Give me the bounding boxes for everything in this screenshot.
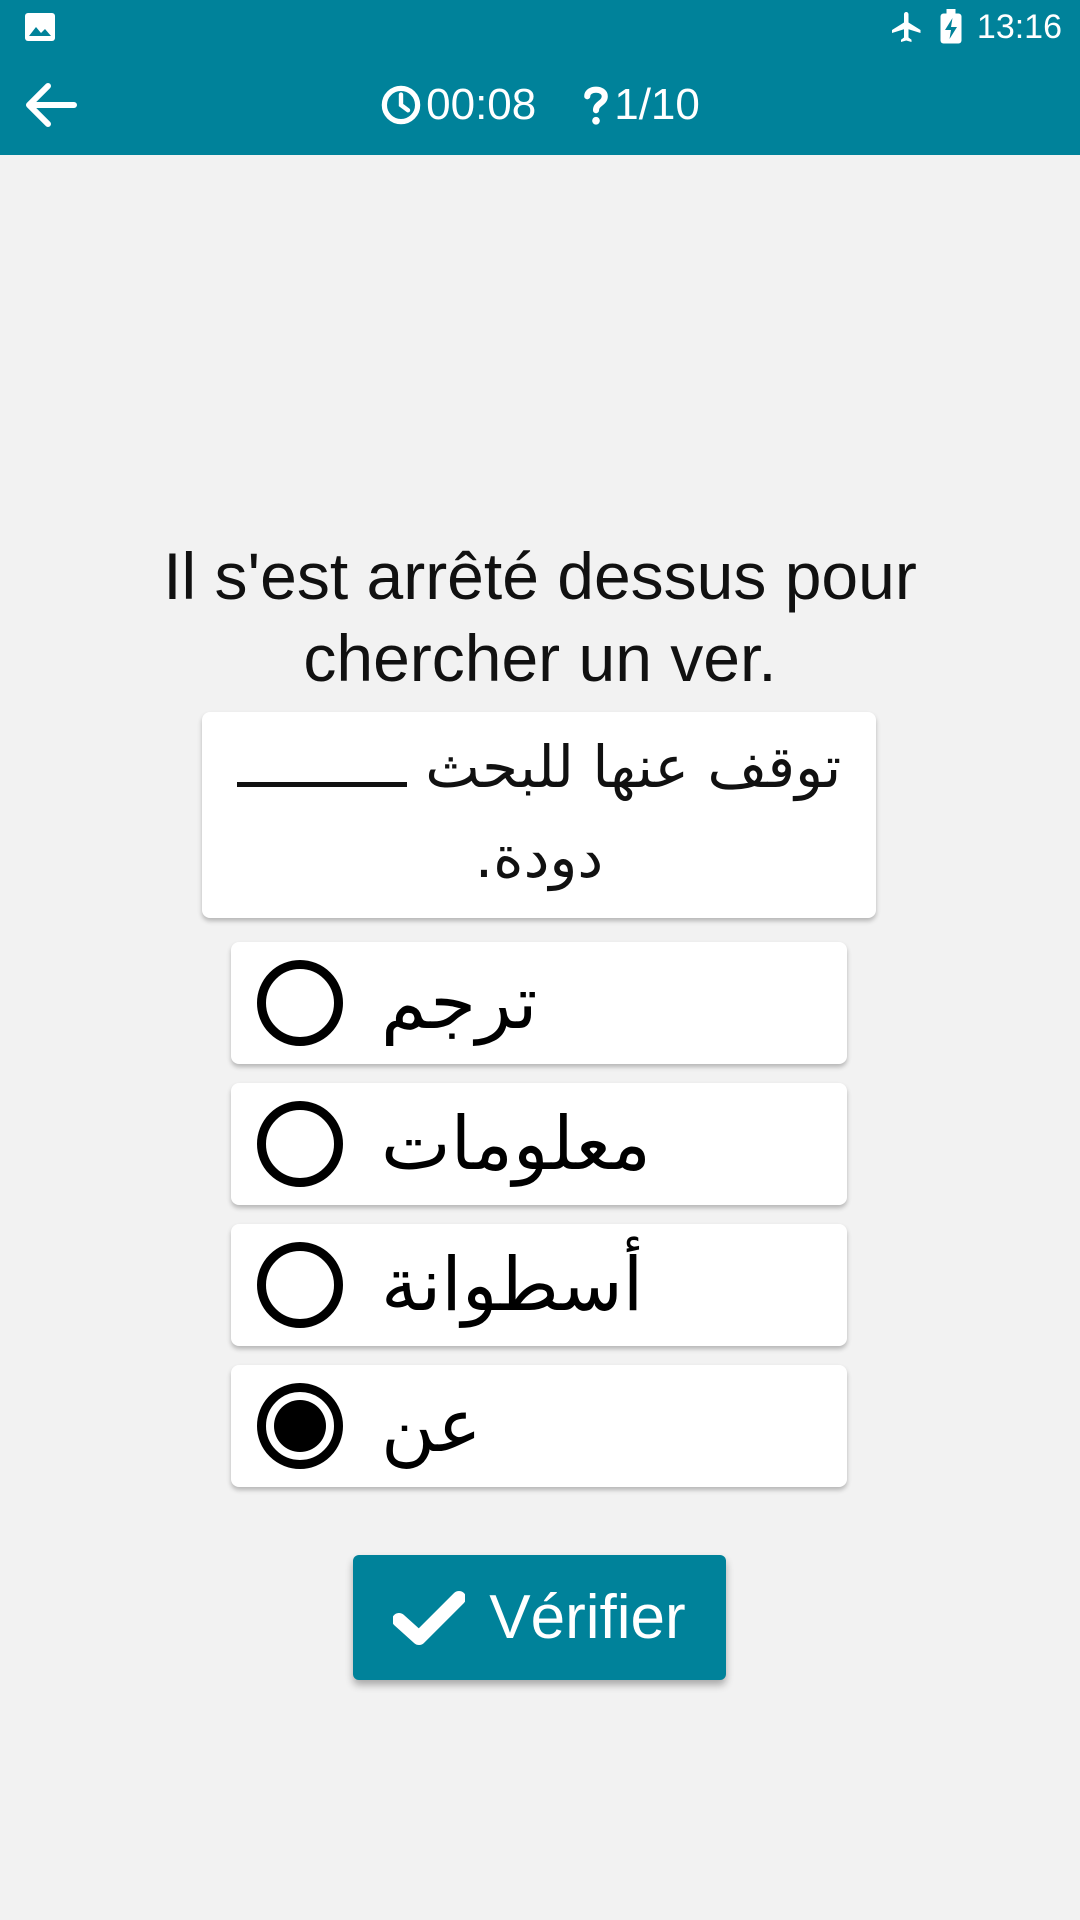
status-time: 13:16 — [976, 7, 1062, 46]
clock-icon — [381, 85, 421, 124]
option-label: ترجم — [381, 960, 538, 1046]
arabic-sentence-end: دودة. — [474, 823, 604, 891]
radio-button-selected[interactable] — [257, 1383, 343, 1469]
question-text: Il s'est arrêté dessus pour chercher un … — [163, 539, 917, 695]
arabic-sentence-start: توقف عنها للبحث — [425, 733, 842, 801]
gallery-icon — [25, 13, 55, 41]
radio-button[interactable] — [257, 960, 343, 1046]
answer-option-3[interactable]: أسطوانة — [231, 1224, 847, 1346]
progress-value: 1/10 — [614, 79, 700, 129]
answer-blank — [236, 731, 407, 787]
answer-option-4[interactable]: عن — [231, 1365, 847, 1487]
verify-button[interactable]: Vérifier — [353, 1555, 726, 1680]
app-bar: 00:08 1/10 — [0, 54, 1080, 155]
answer-option-1[interactable]: ترجم — [231, 942, 847, 1064]
timer: 00:08 — [380, 80, 536, 130]
answer-option-2[interactable]: معلومات — [231, 1083, 847, 1205]
question-mark-icon — [584, 86, 609, 125]
radio-button[interactable] — [257, 1242, 343, 1328]
question-progress: 1/10 — [582, 80, 700, 130]
timer-value: 00:08 — [426, 79, 537, 129]
checkmark-icon — [393, 1590, 466, 1645]
arabic-sentence-card: توقف عنها للبحث دودة. — [202, 712, 876, 918]
radio-button[interactable] — [257, 1101, 343, 1187]
status-bar: 13:16 — [0, 0, 1080, 54]
verify-button-label: Vérifier — [489, 1583, 686, 1652]
airplane-mode-icon — [891, 12, 921, 42]
option-label: أسطوانة — [381, 1242, 644, 1328]
battery-charging-icon — [940, 9, 962, 44]
option-label: عن — [381, 1383, 482, 1469]
option-label: معلومات — [381, 1101, 651, 1187]
arabic-sentence: توقف عنها للبحث دودة. — [202, 712, 876, 902]
